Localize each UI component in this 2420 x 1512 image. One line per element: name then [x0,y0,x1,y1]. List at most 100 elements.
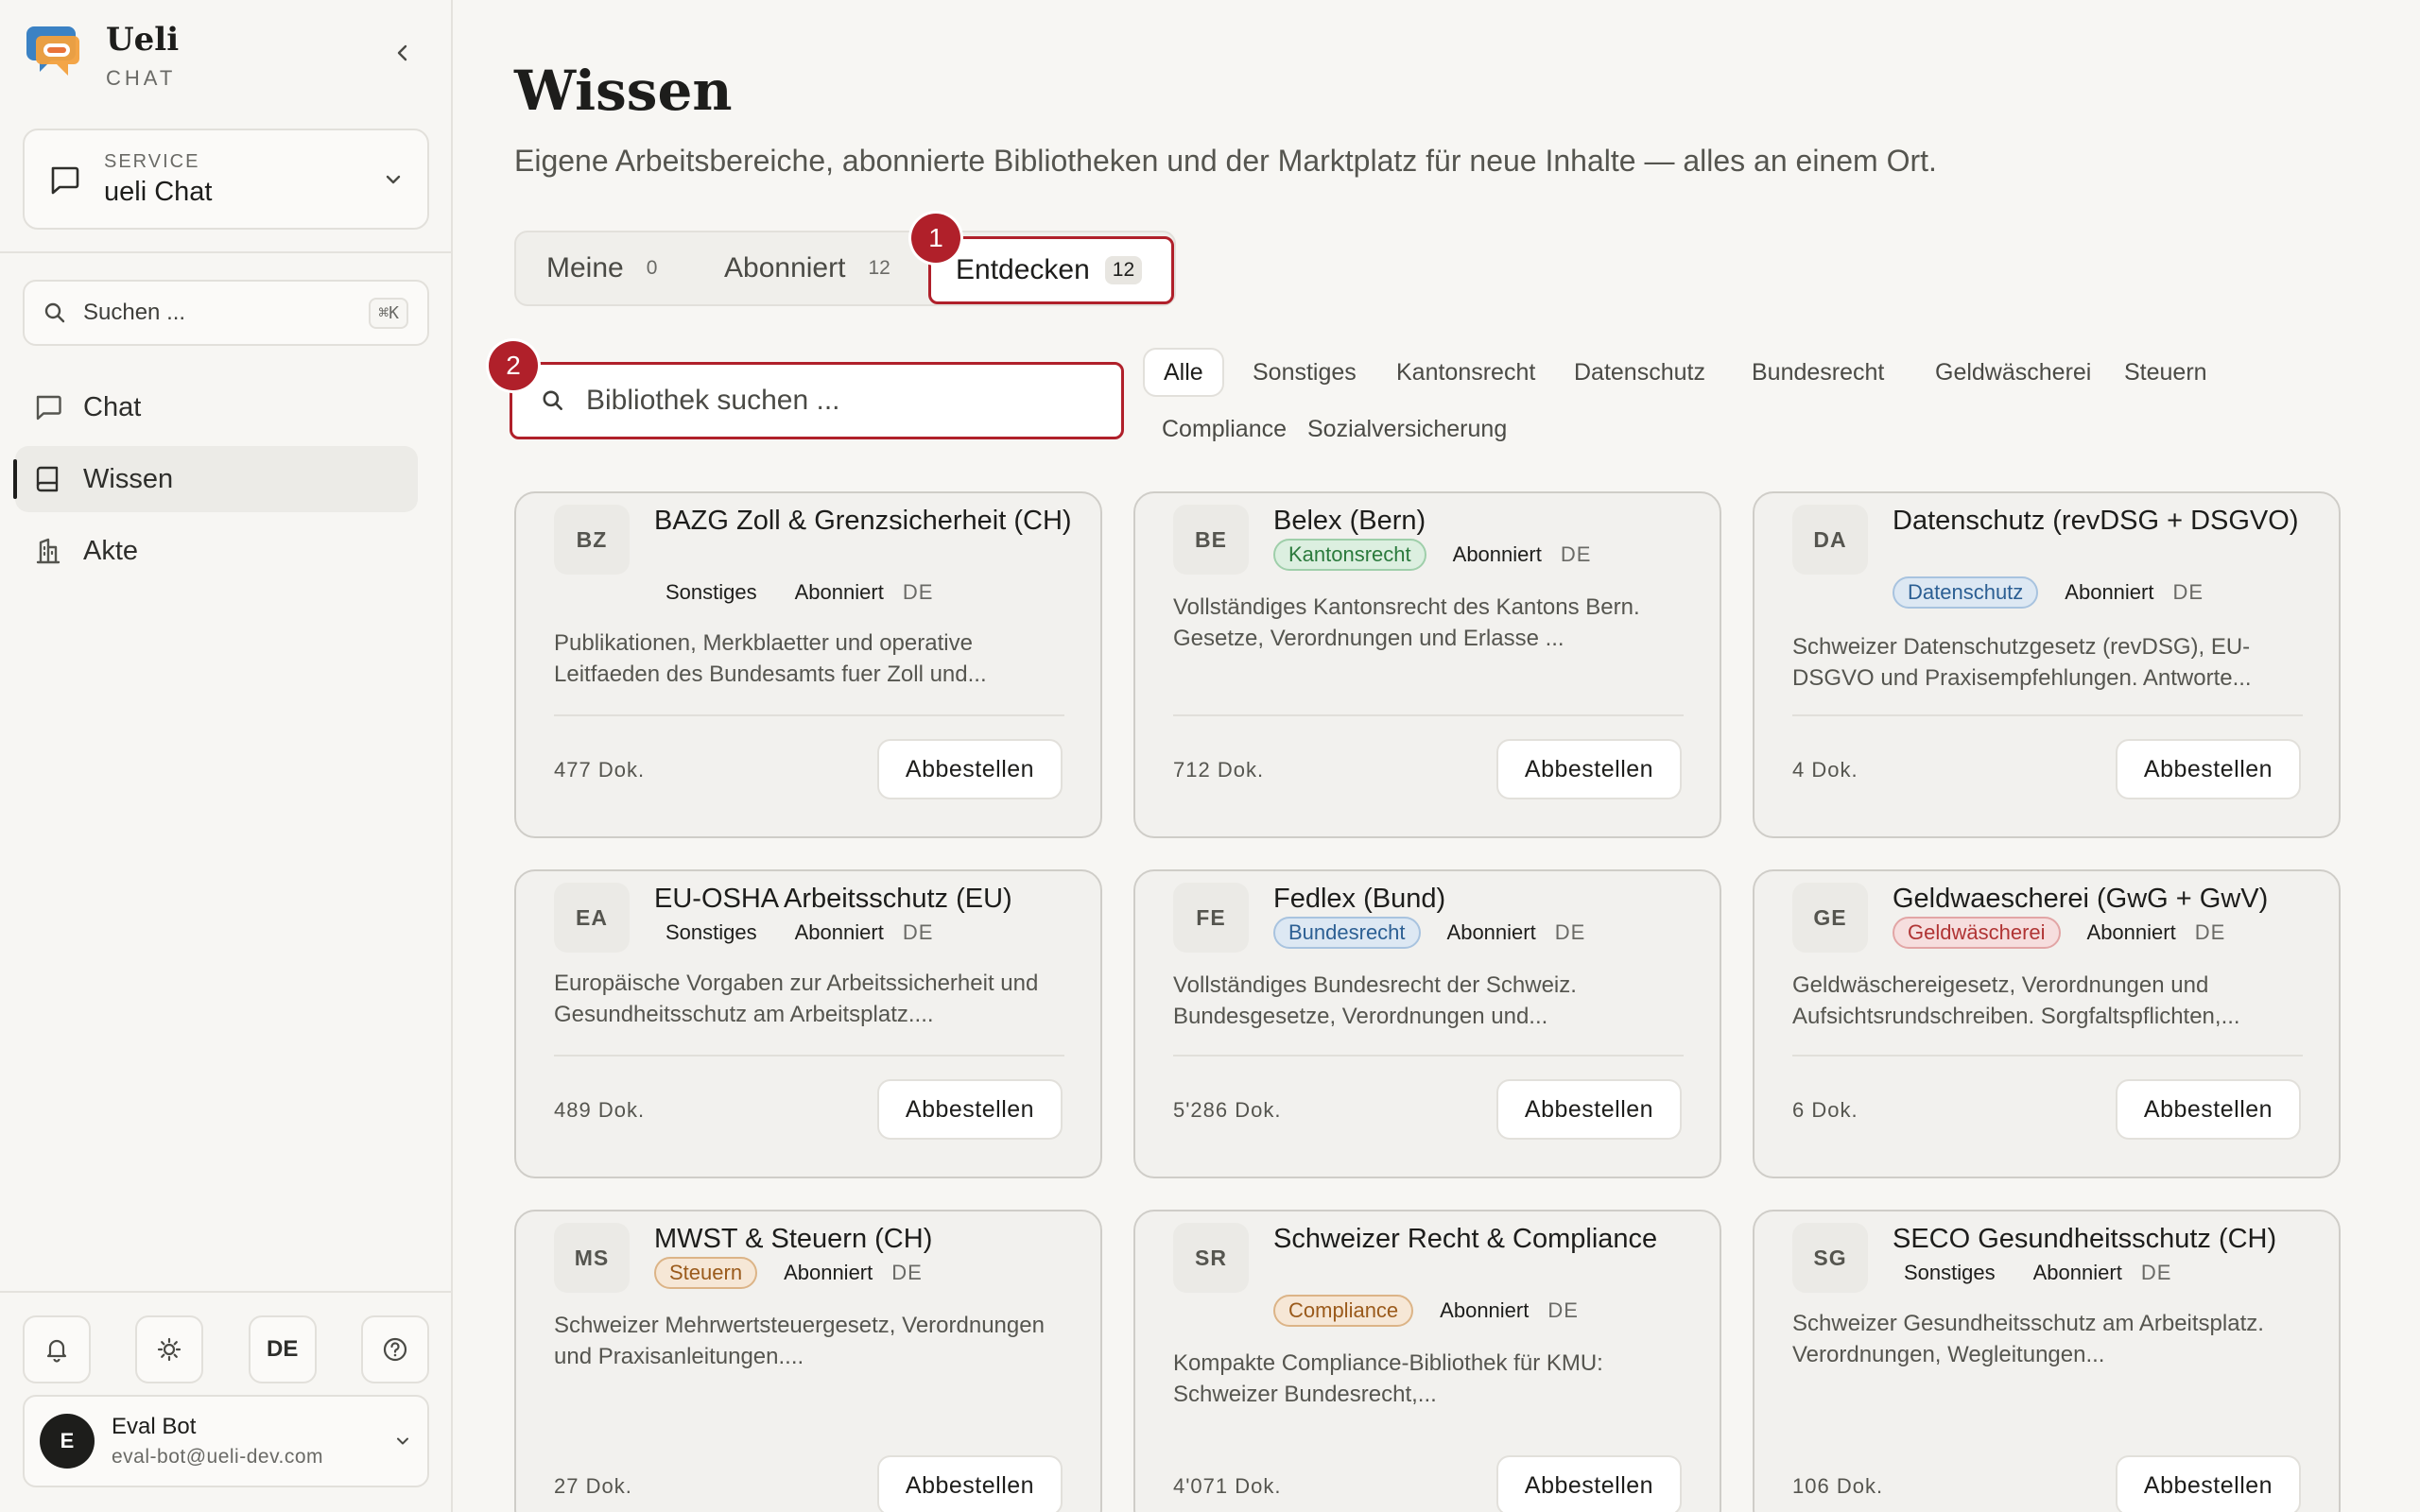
category-tag: Sonstiges [666,580,757,604]
sidebar-divider [0,251,453,253]
library-title: Geldwaescherei (GwG + GwV) [1893,884,2269,914]
service-selector[interactable]: SERVICE ueli Chat [23,129,429,230]
filter-chip-bundesrecht[interactable]: Bundesrecht [1733,348,1903,397]
unsubscribe-button[interactable]: Abbestellen [877,1455,1063,1512]
library-card[interactable]: BZ BAZG Zoll & Grenzsicherheit (CH) Sons… [514,491,1102,838]
filter-chip-geldwaescherei[interactable]: Geldwäscherei [1916,348,2110,397]
tab-count: 12 [868,257,890,279]
user-menu[interactable]: E Eval Bot eval-bot@ueli-dev.com [23,1395,429,1487]
category-tag: Kantonsrecht [1273,539,1426,571]
library-abbr: GE [1792,883,1868,953]
brand[interactable]: Ueli CHAT [25,21,179,91]
search-icon [44,302,65,323]
theme-toggle-button[interactable] [135,1315,204,1383]
notifications-button[interactable] [23,1315,91,1383]
language-button[interactable]: DE [248,1315,317,1383]
library-meta: Kantonsrecht Abonniert DE [1273,539,1591,571]
library-abbr: BZ [554,505,630,575]
library-title: Belex (Bern) [1273,506,1426,536]
library-meta: Sonstiges Abonniert DE [654,917,933,949]
library-title: Datenschutz (revDSG + DSGVO) [1893,506,2299,536]
subscription-status: Abonniert [794,920,884,944]
library-title: BAZG Zoll & Grenzsicherheit (CH) [654,506,1072,536]
sidebar-tools: DE [23,1315,429,1383]
tab-abonniert[interactable]: Abonniert 12 [724,232,898,304]
unsubscribe-button[interactable]: Abbestellen [1496,1455,1682,1512]
language-code: DE [1560,542,1592,566]
library-card[interactable]: GE Geldwaescherei (GwG + GwV) Geldwäsche… [1753,869,2341,1178]
library-card[interactable]: DA Datenschutz (revDSG + DSGVO) Datensch… [1753,491,2341,838]
library-meta: Compliance Abonniert DE [1273,1295,1579,1327]
library-description: Vollständiges Kantonsrecht des Kantons B… [1173,594,1640,651]
sidebar-search-input[interactable]: Suchen ... ⌘K [23,280,429,346]
library-card[interactable]: SR Schweizer Recht & Compliance Complian… [1133,1210,1721,1512]
library-description: Schweizer Datenschutzgesetz (revDSG), EU… [1792,634,2252,691]
category-tag: Sonstiges [1904,1261,1996,1284]
unsubscribe-button[interactable]: Abbestellen [1496,739,1682,799]
library-meta: Datenschutz Abonniert DE [1893,576,2204,609]
document-count: 106 Dok. [1792,1474,1884,1498]
library-card[interactable]: EA EU-OSHA Arbeitsschutz (EU) Sonstiges … [514,869,1102,1178]
user-name: Eval Bot [112,1414,197,1439]
language-code: DE [2194,920,2226,944]
tab-count: 12 [1104,256,1143,284]
annotation-marker-2: 2 [489,341,538,390]
collapse-sidebar-button[interactable] [386,36,420,70]
tab-count: 0 [646,257,658,279]
library-description: Europäische Vorgaben zur Arbeitssicherhe… [554,971,1039,1027]
filter-chip-steuern[interactable]: Steuern [2105,348,2226,397]
library-title: Fedlex (Bund) [1273,884,1446,914]
chevron-down-icon [386,175,401,183]
library-card[interactable]: BE Belex (Bern) Kantonsrecht Abonniert D… [1133,491,1721,838]
filter-chip-kantonsrecht[interactable]: Kantonsrecht [1377,348,1554,397]
help-button[interactable] [360,1315,429,1383]
nav-item-akte[interactable]: Akte [15,518,418,584]
library-card[interactable]: FE Fedlex (Bund) Bundesrecht Abonniert D… [1133,869,1721,1178]
tab-meine[interactable]: Meine 0 [546,232,665,304]
card-divider [1173,714,1684,716]
nav-item-label: Chat [83,391,142,422]
library-title: SECO Gesundheitsschutz (CH) [1893,1224,2277,1254]
sidebar-bottom-divider [0,1291,453,1293]
card-divider [1792,1055,2303,1057]
subscription-status: Abonniert [2086,920,2176,944]
subscription-status: Abonniert [2032,1261,2122,1284]
unsubscribe-button[interactable]: Abbestellen [877,1079,1063,1140]
nav-item-wissen[interactable]: Wissen [13,446,418,512]
document-count: 27 Dok. [554,1474,632,1498]
library-abbr: BE [1173,505,1249,575]
card-divider [554,1055,1064,1057]
library-card[interactable]: SG SECO Gesundheitsschutz (CH) Sonstiges… [1753,1210,2341,1512]
filter-chip-compliance[interactable]: Compliance [1143,404,1305,454]
unsubscribe-button[interactable]: Abbestellen [2116,739,2301,799]
language-code: DE [2140,1261,2172,1284]
library-abbr: EA [554,883,630,953]
tab-entdecken[interactable]: Entdecken 12 [928,236,1174,304]
filter-chip-sozialversicherung[interactable]: Sozialversicherung [1288,404,1526,454]
library-search-placeholder: Bibliothek suchen ... [586,385,840,416]
unsubscribe-button[interactable]: Abbestellen [2116,1455,2301,1512]
library-description: Geldwäschereigesetz, Verordnungen und Au… [1792,972,2240,1029]
user-email: eval-bot@ueli-dev.com [112,1446,324,1468]
library-title: EU-OSHA Arbeitsschutz (EU) [654,884,1012,914]
library-search-input[interactable]: Bibliothek suchen ... [510,362,1124,439]
library-abbr: MS [554,1223,630,1293]
language-code: DE [902,580,934,604]
unsubscribe-button[interactable]: Abbestellen [1496,1079,1682,1140]
unsubscribe-button[interactable]: Abbestellen [877,739,1063,799]
avatar: E [40,1414,95,1469]
unsubscribe-button[interactable]: Abbestellen [2116,1079,2301,1140]
brand-name: Ueli [106,21,180,59]
card-divider [1173,1055,1684,1057]
library-title: MWST & Steuern (CH) [654,1224,933,1254]
filter-chip-sonstiges[interactable]: Sonstiges [1234,348,1375,397]
subscription-status: Abonniert [1440,1298,1530,1322]
document-count: 5'286 Dok. [1173,1098,1282,1122]
library-card[interactable]: MS MWST & Steuern (CH) Steuern Abonniert… [514,1210,1102,1512]
search-icon [543,390,562,410]
chevron-down-icon [397,1437,408,1445]
filter-chip-alle[interactable]: Alle [1143,348,1224,397]
library-meta: Bundesrecht Abonniert DE [1273,917,1585,949]
filter-chip-datenschutz[interactable]: Datenschutz [1555,348,1724,397]
nav-item-chat[interactable]: Chat [15,374,418,440]
